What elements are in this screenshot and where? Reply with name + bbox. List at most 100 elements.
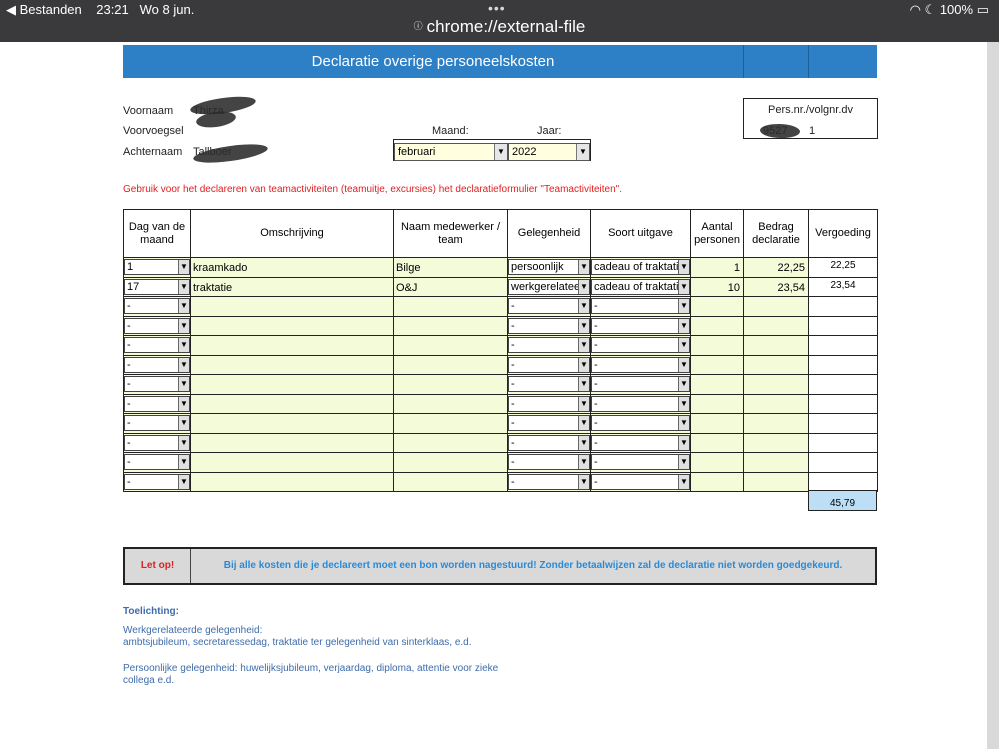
aantal-cell[interactable]: 1: [690, 257, 744, 278]
dag-cell[interactable]: 1 ▼: [123, 257, 191, 278]
chevron-down-icon[interactable]: ▼: [178, 416, 189, 430]
dag-dropdown[interactable]: - ▼: [124, 434, 190, 451]
omschrijving-cell[interactable]: [190, 296, 394, 317]
omschrijving-cell[interactable]: traktatie: [190, 276, 394, 297]
naam-cell[interactable]: [393, 471, 508, 492]
gelegenheid-dropdown[interactable]: - ▼: [508, 376, 590, 392]
soort-cell[interactable]: - ▼: [590, 374, 691, 395]
gelegenheid-cell[interactable]: - ▼: [507, 374, 591, 395]
naam-cell[interactable]: [393, 335, 508, 356]
bedrag-cell[interactable]: [743, 374, 809, 395]
gelegenheid-cell[interactable]: - ▼: [507, 335, 591, 356]
gelegenheid-cell[interactable]: - ▼: [507, 296, 591, 317]
gelegenheid-dropdown[interactable]: - ▼: [508, 415, 590, 431]
soort-cell[interactable]: - ▼: [590, 354, 691, 375]
aantal-cell[interactable]: [690, 354, 744, 375]
naam-cell[interactable]: O&J: [393, 276, 508, 297]
soort-cell[interactable]: cadeau of traktatie ▼: [590, 276, 691, 297]
naam-cell[interactable]: [393, 374, 508, 395]
bedrag-cell[interactable]: [743, 413, 809, 434]
omschrijving-cell[interactable]: [190, 335, 394, 356]
chevron-down-icon[interactable]: ▼: [578, 318, 589, 333]
chevron-down-icon[interactable]: ▼: [178, 279, 189, 294]
chevron-down-icon[interactable]: ▼: [178, 396, 189, 411]
omschrijving-cell[interactable]: [190, 393, 394, 414]
bedrag-cell[interactable]: [743, 452, 809, 473]
aantal-cell[interactable]: [690, 315, 744, 336]
soort-dropdown[interactable]: - ▼: [591, 473, 690, 490]
soort-dropdown[interactable]: - ▼: [591, 454, 690, 470]
chevron-down-icon[interactable]: ▼: [678, 377, 689, 391]
omschrijving-cell[interactable]: [190, 354, 394, 375]
chevron-down-icon[interactable]: ▼: [576, 144, 589, 160]
chevron-down-icon[interactable]: ▼: [678, 357, 689, 372]
dag-dropdown[interactable]: - ▼: [124, 356, 190, 373]
chevron-down-icon[interactable]: ▼: [178, 435, 189, 450]
chevron-down-icon[interactable]: ▼: [178, 299, 189, 313]
bedrag-cell[interactable]: [743, 471, 809, 492]
naam-cell[interactable]: [393, 315, 508, 336]
aantal-cell[interactable]: [690, 296, 744, 317]
gelegenheid-cell[interactable]: persoonlijk ▼: [507, 257, 591, 278]
dag-dropdown[interactable]: - ▼: [124, 454, 190, 470]
dag-cell[interactable]: - ▼: [123, 315, 191, 336]
bedrag-cell[interactable]: 23,54: [743, 276, 809, 297]
soort-dropdown[interactable]: - ▼: [591, 376, 690, 392]
omschrijving-cell[interactable]: [190, 452, 394, 473]
dag-cell[interactable]: - ▼: [123, 296, 191, 317]
chevron-down-icon[interactable]: ▼: [578, 455, 589, 469]
gelegenheid-dropdown[interactable]: - ▼: [508, 337, 590, 353]
dag-cell[interactable]: - ▼: [123, 413, 191, 434]
chevron-down-icon[interactable]: ▼: [678, 318, 689, 333]
chevron-down-icon[interactable]: ▼: [178, 338, 189, 352]
gelegenheid-dropdown[interactable]: - ▼: [508, 473, 590, 490]
chevron-down-icon[interactable]: ▼: [578, 299, 589, 313]
chevron-down-icon[interactable]: ▼: [578, 416, 589, 430]
dag-cell[interactable]: - ▼: [123, 452, 191, 473]
chevron-down-icon[interactable]: ▼: [678, 299, 689, 313]
chevron-down-icon[interactable]: ▼: [578, 338, 589, 352]
aantal-cell[interactable]: [690, 471, 744, 492]
soort-dropdown[interactable]: - ▼: [591, 395, 690, 412]
dag-dropdown[interactable]: - ▼: [124, 395, 190, 412]
dag-dropdown[interactable]: - ▼: [124, 415, 190, 431]
dag-dropdown[interactable]: - ▼: [124, 473, 190, 490]
soort-dropdown[interactable]: - ▼: [591, 337, 690, 353]
gelegenheid-cell[interactable]: - ▼: [507, 315, 591, 336]
gelegenheid-dropdown[interactable]: - ▼: [508, 454, 590, 470]
bedrag-cell[interactable]: [743, 296, 809, 317]
dag-cell[interactable]: 17 ▼: [123, 276, 191, 297]
gelegenheid-dropdown[interactable]: persoonlijk ▼: [508, 259, 590, 275]
aantal-cell[interactable]: [690, 452, 744, 473]
aantal-cell[interactable]: [690, 335, 744, 356]
bedrag-cell[interactable]: [743, 432, 809, 453]
dag-cell[interactable]: - ▼: [123, 393, 191, 414]
dag-dropdown[interactable]: - ▼: [124, 337, 190, 353]
chevron-down-icon[interactable]: ▼: [178, 455, 189, 469]
naam-cell[interactable]: [393, 413, 508, 434]
chevron-down-icon[interactable]: ▼: [678, 416, 689, 430]
aantal-cell[interactable]: [690, 393, 744, 414]
naam-cell[interactable]: [393, 354, 508, 375]
info-icon[interactable]: ⓘ: [414, 21, 423, 31]
address-bar[interactable]: ⓘ chrome://external-file: [0, 17, 999, 37]
soort-dropdown[interactable]: - ▼: [591, 317, 690, 334]
dag-dropdown[interactable]: 1 ▼: [124, 259, 190, 275]
dag-cell[interactable]: - ▼: [123, 471, 191, 492]
chevron-down-icon[interactable]: ▼: [578, 357, 589, 372]
naam-cell[interactable]: [393, 432, 508, 453]
dag-dropdown[interactable]: - ▼: [124, 298, 190, 314]
bedrag-cell[interactable]: [743, 335, 809, 356]
dag-cell[interactable]: - ▼: [123, 374, 191, 395]
chevron-down-icon[interactable]: ▼: [178, 260, 189, 274]
soort-cell[interactable]: - ▼: [590, 413, 691, 434]
bedrag-cell[interactable]: [743, 354, 809, 375]
aantal-cell[interactable]: [690, 432, 744, 453]
gelegenheid-dropdown[interactable]: - ▼: [508, 395, 590, 412]
chevron-down-icon[interactable]: ▼: [678, 455, 689, 469]
chevron-down-icon[interactable]: ▼: [678, 474, 689, 489]
chevron-down-icon[interactable]: ▼: [578, 279, 589, 294]
soort-cell[interactable]: - ▼: [590, 471, 691, 492]
chevron-down-icon[interactable]: ▼: [678, 260, 689, 274]
aantal-cell[interactable]: [690, 413, 744, 434]
